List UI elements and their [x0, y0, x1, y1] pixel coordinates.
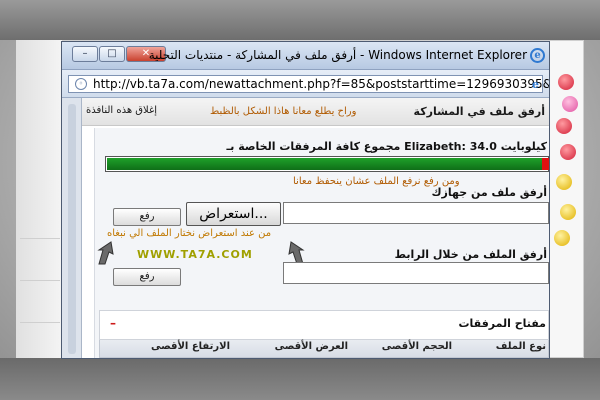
column-header: الحجم الأقصى	[381, 341, 452, 352]
column-header: الارتفاع الأقصى	[150, 341, 230, 352]
scrollbar[interactable]	[68, 104, 76, 354]
page-content: أرفق ملف في المشاركة وراح يطلع معانا هاذ…	[82, 98, 549, 358]
column-header: العرض الأقصى	[274, 341, 348, 352]
address-input[interactable]: ◦ http://vb.ta7a.com/newattachment.php?f…	[68, 75, 549, 93]
browse-button[interactable]: استعراض...	[186, 202, 281, 226]
quota-label: مجموع كافة المرفقات الخاصة بـ Elizabeth:…	[226, 140, 547, 153]
minimize-button[interactable]: –	[72, 46, 98, 62]
attachments-table-header: مفتاح المرفقات –	[99, 310, 549, 340]
title-bar: – □ ✕ أرفق ملف في المشاركة - منتديات الت…	[62, 42, 549, 70]
address-url: http://vb.ta7a.com/newattachment.php?f=8…	[93, 77, 550, 91]
decorative-smileys	[550, 40, 584, 358]
background-top-band	[0, 0, 600, 40]
frame-left-band	[16, 40, 62, 358]
smiley-icon	[554, 230, 570, 246]
ie-page-icon: e	[532, 78, 539, 91]
ie-logo-icon: e	[530, 48, 545, 63]
close-window-link[interactable]: إغلاق هذه النافذة	[86, 105, 157, 116]
window-title: أرفق ملف في المشاركة - منتديات التحلية -…	[148, 48, 527, 62]
pointer-arrow-icon	[97, 241, 114, 265]
upload-from-computer-label: أرفق ملف من جهازك	[431, 186, 547, 199]
upload-file-button[interactable]: رفع	[113, 208, 181, 226]
upload-from-url-label: أرفق الملف من خلال الرابط	[394, 248, 547, 261]
address-bar: ◦ http://vb.ta7a.com/newattachment.php?f…	[62, 70, 549, 98]
quota-progress-fill	[107, 158, 542, 170]
page-title: أرفق ملف في المشاركة	[413, 105, 545, 118]
smiley-icon	[556, 174, 572, 190]
browser-window: – □ ✕ أرفق ملف في المشاركة - منتديات الت…	[61, 41, 550, 359]
smiley-icon	[558, 74, 574, 90]
page-icon: ◦	[75, 78, 87, 90]
quota-progress-overflow	[542, 158, 549, 170]
file-path-input[interactable]	[283, 202, 549, 224]
browse-hint: من عند استعراض نختار الملف الي نبغاه	[107, 228, 272, 239]
background-bottom-band	[0, 358, 600, 400]
smiley-icon	[560, 144, 576, 160]
collapse-toggle[interactable]: –	[110, 316, 116, 330]
url-input[interactable]	[283, 262, 549, 284]
smiley-icon	[560, 204, 576, 220]
upload-panel: مجموع كافة المرفقات الخاصة بـ Elizabeth:…	[94, 128, 549, 358]
page-header: أرفق ملف في المشاركة وراح يطلع معانا هاذ…	[82, 98, 549, 126]
maximize-button[interactable]: □	[99, 46, 125, 62]
smiley-icon	[562, 96, 578, 112]
attachments-table-title: مفتاح المرفقات	[458, 317, 546, 330]
column-header: نوع الملف	[495, 341, 546, 352]
attachments-table-columns: نوع الملف الحجم الأقصى العرض الأقصى الار…	[99, 340, 549, 358]
upload-url-button[interactable]: رفع	[113, 268, 181, 286]
smiley-icon	[556, 118, 572, 134]
header-hint: وراح يطلع معانا هاذا الشكل بالظبط	[210, 106, 357, 117]
site-watermark: WWW.TA7A.COM	[137, 248, 253, 261]
left-scroll-rail	[62, 98, 82, 358]
quota-progress-bar	[105, 156, 549, 172]
